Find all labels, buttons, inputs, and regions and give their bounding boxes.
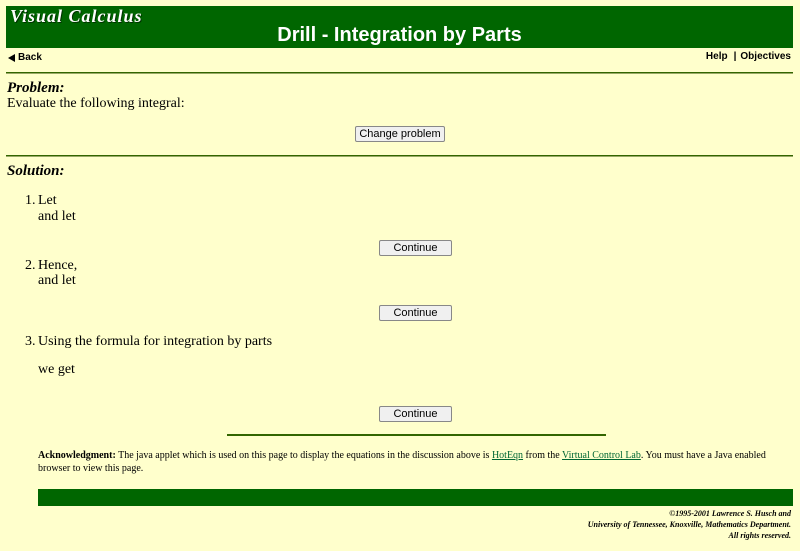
nav-separator: | <box>733 51 737 62</box>
header-banner: Visual Calculus Drill - Integration by P… <box>6 6 793 48</box>
step-text: we get <box>38 362 75 377</box>
divider-middle <box>6 155 793 157</box>
continue-button[interactable]: Continue <box>379 240 452 256</box>
problem-prompt: Evaluate the following integral: <box>7 96 185 111</box>
copyright-line: University of Tennessee, Knoxville, Math… <box>587 520 791 529</box>
copyright: ©1995-2001 Lawrence S. Husch and Univers… <box>588 508 791 541</box>
acknowledgment: Acknowledgment: The java applet which is… <box>38 449 783 475</box>
back-link[interactable]: Back <box>8 52 42 63</box>
problem-heading: Problem: <box>7 80 65 96</box>
step-text: and let <box>38 209 76 224</box>
step-number: 3. <box>25 334 36 349</box>
solution-heading: Solution: <box>7 163 65 179</box>
divider-top <box>6 72 793 74</box>
top-links: Help | Objectives <box>706 51 791 62</box>
divider-short <box>227 434 606 436</box>
step-text: Using the formula for integration by par… <box>38 334 273 349</box>
copyright-line: ©1995-2001 Lawrence S. Husch and <box>669 509 791 518</box>
back-arrow-icon <box>8 53 15 62</box>
continue-button[interactable]: Continue <box>379 406 452 422</box>
objectives-link[interactable]: Objectives <box>740 51 791 62</box>
change-problem-button[interactable]: Change problem <box>355 126 445 142</box>
step-number: 1. <box>25 193 36 208</box>
ack-text: from the <box>525 450 560 461</box>
page-title: Drill - Integration by Parts <box>277 24 522 46</box>
continue-button[interactable]: Continue <box>379 305 452 321</box>
step-text: Hence, <box>38 258 78 273</box>
step-text: Let <box>38 193 57 208</box>
copyright-line: All rights reserved. <box>728 531 791 540</box>
back-label: Back <box>18 52 42 63</box>
footer-bar <box>38 489 793 506</box>
step-number: 2. <box>25 258 36 273</box>
help-link[interactable]: Help <box>706 51 728 62</box>
ack-label: Acknowledgment: <box>38 450 116 461</box>
hoteqn-link[interactable]: HotEqn <box>492 450 523 461</box>
step-text: and let <box>38 273 76 288</box>
ack-text: The java applet which is used on this pa… <box>118 450 490 461</box>
virtual-control-lab-link[interactable]: Virtual Control Lab <box>562 450 641 461</box>
